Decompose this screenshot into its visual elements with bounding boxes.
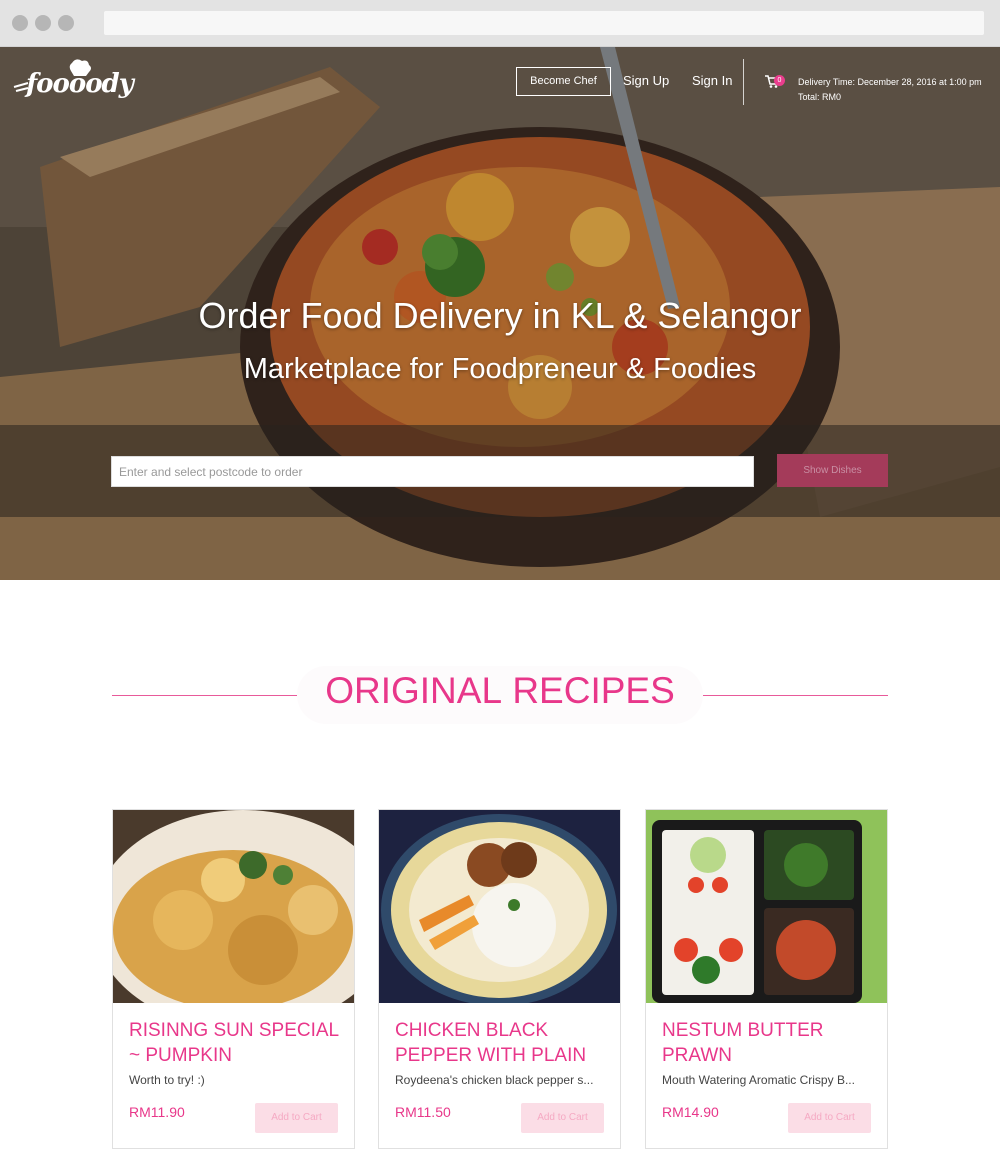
window-close-dot[interactable]	[12, 15, 28, 31]
recipe-description: Mouth Watering Aromatic Crispy B...	[662, 1073, 855, 1087]
section-title: ORIGINAL RECIPES	[0, 670, 1000, 712]
recipe-title[interactable]: RISINNG SUN SPECIAL ~ PUMPKIN	[129, 1018, 339, 1068]
hero-section: foooody Become Chef Sign Up Sign In 0 De…	[0, 47, 1000, 580]
nav-divider	[743, 59, 744, 105]
add-to-cart-button[interactable]: Add to Cart	[788, 1103, 871, 1133]
recipe-description: Roydeena's chicken black pepper s...	[395, 1073, 594, 1087]
recipe-description: Worth to try! :)	[129, 1073, 205, 1087]
recipe-price: RM14.90	[662, 1104, 719, 1120]
cart-count-badge: 0	[774, 75, 785, 86]
window-minimize-dot[interactable]	[35, 15, 51, 31]
browser-chrome	[0, 0, 1000, 47]
recipe-price: RM11.50	[395, 1104, 451, 1120]
delivery-info[interactable]: Delivery Time: December 28, 2016 at 1:00…	[798, 75, 982, 105]
recipe-card[interactable]: CHICKEN BLACK PEPPER WITH PLAIN Roydeena…	[378, 809, 621, 1149]
recipe-title[interactable]: NESTUM BUTTER PRAWN	[662, 1018, 872, 1068]
add-to-cart-button[interactable]: Add to Cart	[255, 1103, 338, 1133]
butter-prawn-dish-image[interactable]	[646, 810, 887, 1003]
recipe-title[interactable]: CHICKEN BLACK PEPPER WITH PLAIN	[395, 1018, 605, 1068]
postcode-input[interactable]	[111, 456, 754, 487]
recipe-card[interactable]: RISINNG SUN SPECIAL ~ PUMPKIN Worth to t…	[112, 809, 355, 1149]
postcode-search-bar: Show Dishes	[0, 425, 1000, 517]
chicken-pepper-dish-image[interactable]	[379, 810, 620, 1003]
top-nav: Become Chef Sign Up Sign In 0 Delivery T…	[0, 59, 1000, 105]
section-title-strong: ORIGINAL	[325, 670, 503, 711]
sign-up-link[interactable]: Sign Up	[623, 73, 669, 88]
hero-title: Order Food Delivery in KL & Selangor	[198, 295, 802, 336]
recipe-card[interactable]: NESTUM BUTTER PRAWN Mouth Watering Aroma…	[645, 809, 888, 1149]
section-title-rest: RECIPES	[502, 670, 675, 711]
original-recipes-heading: ORIGINAL RECIPES	[0, 660, 1000, 730]
become-chef-button[interactable]: Become Chef	[516, 67, 611, 96]
delivery-time: Delivery Time: December 28, 2016 at 1:00…	[798, 77, 982, 87]
sign-in-link[interactable]: Sign In	[692, 73, 732, 88]
recipe-price: RM11.90	[129, 1104, 185, 1120]
hero-subtitle: Marketplace for Foodpreneur & Foodies	[243, 353, 757, 385]
window-maximize-dot[interactable]	[58, 15, 74, 31]
cart-total: Total: RM0	[798, 92, 842, 102]
show-dishes-button[interactable]: Show Dishes	[777, 454, 888, 487]
address-bar[interactable]	[104, 11, 984, 35]
add-to-cart-button[interactable]: Add to Cart	[521, 1103, 604, 1133]
pumpkin-dish-image[interactable]	[113, 810, 354, 1003]
